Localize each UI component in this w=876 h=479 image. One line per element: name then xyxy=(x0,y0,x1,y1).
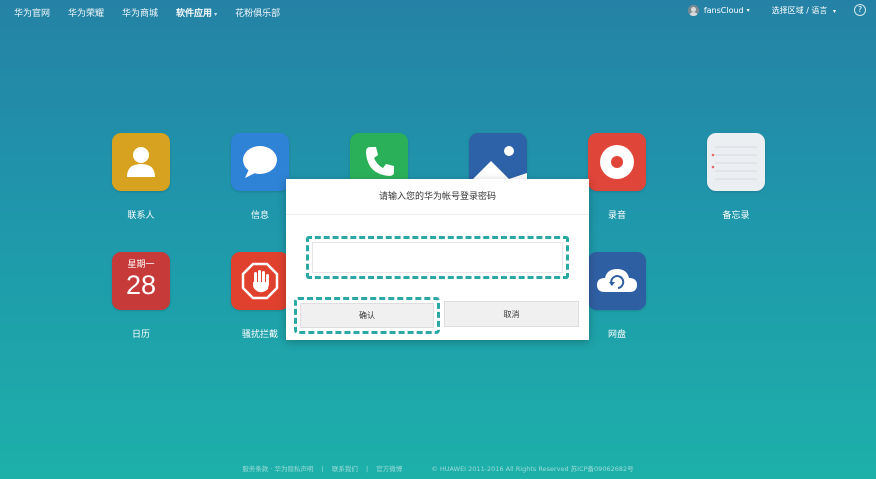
app-recorder[interactable]: 录音 xyxy=(577,133,657,221)
app-label: 日历 xyxy=(131,330,150,340)
region-label: 选择区域 / 语言 xyxy=(771,5,828,15)
footer-link-contact[interactable]: 联系我们 xyxy=(332,465,358,473)
confirm-button-highlight: 确认 xyxy=(294,297,440,334)
calendar-day: 28 xyxy=(125,270,157,300)
app-calendar[interactable]: 星期一 28 日历 xyxy=(101,252,181,340)
app-label: 联系人 xyxy=(127,211,155,221)
block-hand-icon xyxy=(231,252,289,310)
user-menu[interactable]: fansCloud ▾ xyxy=(687,4,750,16)
calendar-weekday: 星期一 xyxy=(127,260,155,270)
nav-honor[interactable]: 华为荣耀 xyxy=(68,6,104,19)
dialog-buttons: 确认 取消 xyxy=(294,297,580,334)
calendar-icon: 星期一 28 xyxy=(112,252,170,310)
cancel-button[interactable]: 取消 xyxy=(444,301,579,327)
chevron-down-icon: ▾ xyxy=(214,11,218,18)
nav-huawei-home[interactable]: 华为官网 xyxy=(14,6,50,19)
nav-software[interactable]: 软件应用 ▾ xyxy=(176,6,217,19)
footer: 服务条款 · 华为隐私声明 | 联系我们 | 官方微博 © HUAWEI 201… xyxy=(0,463,876,473)
footer-link-weibo[interactable]: 官方微博 xyxy=(376,465,402,473)
main-nav: 华为官网 华为荣耀 华为商城 软件应用 ▾ 花粉俱乐部 xyxy=(14,6,298,19)
password-input[interactable] xyxy=(312,242,563,273)
right-nav: fansCloud ▾ 选择区域 / 语言 ▾ ? xyxy=(687,4,866,16)
nav-vmall[interactable]: 华为商城 xyxy=(122,6,158,19)
app-notes[interactable]: 备忘录 xyxy=(696,133,776,221)
top-bar: 华为官网 华为荣耀 华为商城 软件应用 ▾ 花粉俱乐部 fansCloud ▾ 选… xyxy=(0,0,876,24)
chevron-down-icon: ▾ xyxy=(746,6,750,14)
help-icon[interactable]: ? xyxy=(854,4,866,16)
footer-divider: | xyxy=(365,465,369,473)
username: fansCloud xyxy=(703,5,744,15)
footer-copyright: © HUAWEI 2011-2016 All Rights Reserved 苏… xyxy=(431,465,634,473)
password-dialog: 请输入您的华为帐号登录密码 确认 取消 xyxy=(286,179,589,340)
app-label: 备忘录 xyxy=(722,211,750,221)
password-field-highlight xyxy=(306,236,569,279)
cloud-icon xyxy=(588,252,646,310)
avatar xyxy=(687,4,699,16)
footer-link-terms[interactable]: 服务条款 · 华为隐私声明 xyxy=(242,465,313,473)
chevron-down-icon: ▾ xyxy=(832,7,836,15)
dialog-title: 请输入您的华为帐号登录密码 xyxy=(286,179,589,215)
message-icon xyxy=(231,133,289,191)
nav-club[interactable]: 花粉俱乐部 xyxy=(235,6,280,19)
app-cloud-drive[interactable]: 网盘 xyxy=(577,252,657,340)
confirm-button[interactable]: 确认 xyxy=(300,303,434,328)
notepad-icon xyxy=(707,133,765,191)
app-contacts[interactable]: 联系人 xyxy=(101,133,181,221)
app-label: 录音 xyxy=(607,211,626,221)
footer-divider: | xyxy=(321,465,324,473)
app-label: 网盘 xyxy=(607,330,626,340)
contact-icon xyxy=(112,133,170,191)
region-selector[interactable]: 选择区域 / 语言 ▾ xyxy=(772,5,836,16)
nav-software-label: 软件应用 xyxy=(176,9,213,19)
record-icon xyxy=(588,133,646,191)
